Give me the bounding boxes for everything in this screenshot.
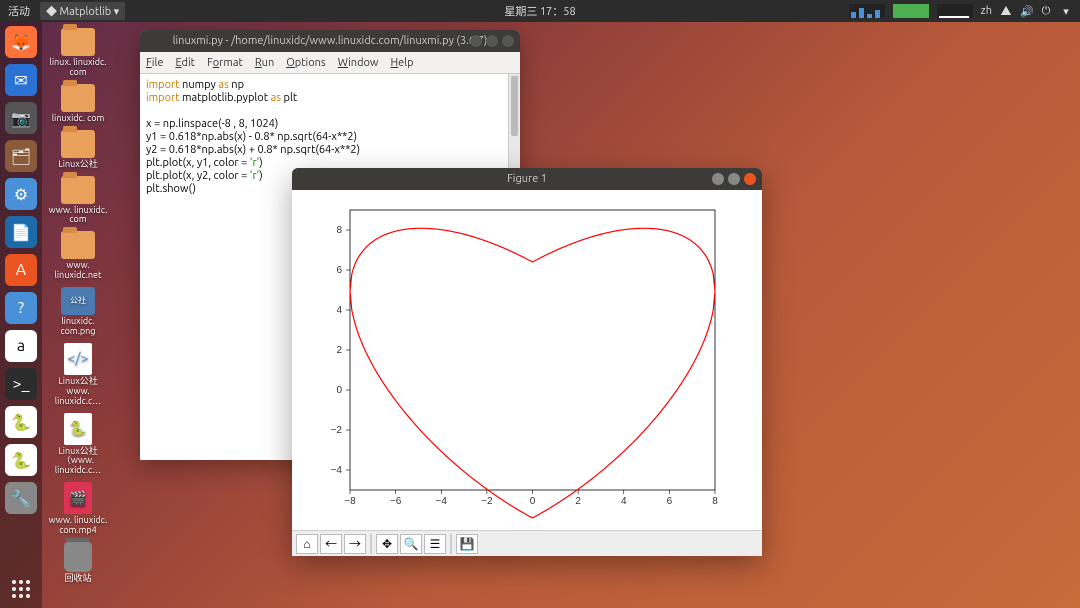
menu-edit[interactable]: Edit bbox=[175, 57, 195, 69]
desktop-icons: linux. linuxidc. com linuxidc. com Linux… bbox=[48, 28, 108, 584]
svg-text:8: 8 bbox=[336, 225, 342, 236]
toolbar-home-icon[interactable]: ⌂ bbox=[296, 534, 318, 554]
desktop-image[interactable]: 公社linuxidc. com.png bbox=[48, 287, 108, 337]
editor-titlebar[interactable]: linuxmi.py - /home/linuxidc/www.linuxidc… bbox=[140, 30, 520, 52]
close-button[interactable] bbox=[502, 35, 514, 47]
menu-help[interactable]: Help bbox=[390, 57, 413, 69]
svg-text:8: 8 bbox=[712, 496, 718, 507]
maximize-button[interactable] bbox=[728, 173, 740, 185]
desktop-folder[interactable]: Linux公社 bbox=[48, 130, 108, 170]
menu-options[interactable]: Options bbox=[286, 57, 325, 69]
dock-camera[interactable]: 📷 bbox=[5, 102, 37, 134]
toolbar-zoom-icon[interactable]: 🔍 bbox=[400, 534, 422, 554]
svg-text:4: 4 bbox=[336, 305, 342, 316]
svg-text:0: 0 bbox=[530, 496, 536, 507]
activities-button[interactable]: 活动 bbox=[8, 3, 30, 19]
toolbar-forward-icon[interactable]: → bbox=[344, 534, 366, 554]
toolbar-separator bbox=[370, 534, 372, 554]
svg-text:−2: −2 bbox=[331, 425, 343, 436]
volume-icon[interactable]: 🔊 bbox=[1020, 5, 1032, 18]
svg-text:−6: −6 bbox=[390, 496, 402, 507]
show-apps-button[interactable] bbox=[12, 580, 30, 598]
svg-text:−4: −4 bbox=[436, 496, 448, 507]
dock-python2[interactable]: 🐍 bbox=[5, 444, 37, 476]
svg-text:−8: −8 bbox=[344, 496, 356, 507]
svg-text:2: 2 bbox=[575, 496, 581, 507]
editor-menubar: File Edit Format Run Options Window Help bbox=[140, 52, 520, 74]
dock-firefox[interactable]: 🦊 bbox=[5, 26, 37, 58]
dock-settings[interactable]: 🔧 bbox=[5, 482, 37, 514]
menu-run[interactable]: Run bbox=[255, 57, 274, 69]
top-bar: 活动 ◆ Matplotlib ▾ 星期三 17：58 zh ▲ 🔊 ⏻ ▾ bbox=[0, 0, 1080, 22]
menu-file[interactable]: File bbox=[146, 57, 163, 69]
svg-text:−4: −4 bbox=[331, 465, 343, 476]
dock-python1[interactable]: 🐍 bbox=[5, 406, 37, 438]
net2-indicator bbox=[937, 4, 973, 18]
close-button[interactable] bbox=[744, 173, 756, 185]
plot-canvas[interactable]: −4 −2 0 2 4 6 8 −8 −6 −4 −2 0 2 4 6 8 bbox=[292, 190, 762, 530]
desktop-file[interactable]: </>Linux公社 www. linuxidc.c… bbox=[48, 343, 108, 407]
svg-text:4: 4 bbox=[621, 496, 627, 507]
toolbar-separator bbox=[450, 534, 452, 554]
heart-plot: −4 −2 0 2 4 6 8 −8 −6 −4 −2 0 2 4 6 8 bbox=[292, 190, 762, 530]
matplotlib-figure-window: Figure 1 −4 −2 0 2 4 6 8 −8 −6 −4 −2 0 2 4 6 8 ⌂ ← → ✥… bbox=[292, 168, 762, 556]
svg-text:6: 6 bbox=[667, 496, 673, 507]
power-icon[interactable]: ⏻ bbox=[1040, 5, 1052, 18]
active-app-indicator[interactable]: ◆ Matplotlib ▾ bbox=[40, 2, 125, 20]
dock-amazon[interactable]: a bbox=[5, 330, 37, 362]
dock-terminal[interactable]: >_ bbox=[5, 368, 37, 400]
desktop-trash[interactable]: 回收站 bbox=[48, 542, 108, 584]
desktop-folder[interactable]: linux. linuxidc. com bbox=[48, 28, 108, 78]
minimize-button[interactable] bbox=[712, 173, 724, 185]
desktop-folder[interactable]: linuxidc. com bbox=[48, 84, 108, 124]
launcher-dock: 🦊 ✉ 📷 🗂 ⚙ 📄 A ? a >_ 🐍 🐍 🔧 bbox=[0, 22, 42, 608]
dock-software[interactable]: ⚙ bbox=[5, 178, 37, 210]
toolbar-pan-icon[interactable]: ✥ bbox=[376, 534, 398, 554]
svg-text:0: 0 bbox=[336, 385, 342, 396]
maximize-button[interactable] bbox=[486, 35, 498, 47]
desktop-folder[interactable]: www. linuxidc. com bbox=[48, 176, 108, 226]
minimize-button[interactable] bbox=[470, 35, 482, 47]
toolbar-subplots-icon[interactable]: ☰ bbox=[424, 534, 446, 554]
dropdown-icon[interactable]: ▾ bbox=[1060, 5, 1072, 18]
desktop-folder[interactable]: www. linuxidc.net bbox=[48, 231, 108, 281]
lang-indicator[interactable]: zh bbox=[981, 5, 992, 17]
dock-thunderbird[interactable]: ✉ bbox=[5, 64, 37, 96]
toolbar-back-icon[interactable]: ← bbox=[320, 534, 342, 554]
desktop-file[interactable]: 🐍Linux公社 （www. linuxidc.c… bbox=[48, 413, 108, 477]
menu-format[interactable]: Format bbox=[207, 57, 243, 69]
menu-window[interactable]: Window bbox=[338, 57, 379, 69]
mpl-toolbar: ⌂ ← → ✥ 🔍 ☰ 💾 bbox=[292, 530, 762, 556]
dock-files[interactable]: 🗂 bbox=[5, 140, 37, 172]
svg-text:−2: −2 bbox=[481, 496, 493, 507]
figure-title: Figure 1 bbox=[507, 173, 547, 185]
toolbar-save-icon[interactable]: 💾 bbox=[456, 534, 478, 554]
svg-text:6: 6 bbox=[336, 265, 342, 276]
figure-titlebar[interactable]: Figure 1 bbox=[292, 168, 762, 190]
dock-store[interactable]: A bbox=[5, 254, 37, 286]
svg-text:2: 2 bbox=[336, 345, 342, 356]
dock-office[interactable]: 📄 bbox=[5, 216, 37, 248]
editor-title: linuxmi.py - /home/linuxidc/www.linuxidc… bbox=[173, 35, 488, 47]
dock-help[interactable]: ? bbox=[5, 292, 37, 324]
desktop-file[interactable]: 🎬www. linuxidc. com.mp4 bbox=[48, 482, 108, 536]
net-indicator bbox=[893, 4, 929, 18]
clock[interactable]: 星期三 17：58 bbox=[504, 3, 575, 19]
network-icon[interactable]: ▲ bbox=[1000, 3, 1012, 19]
cpu-indicator bbox=[849, 4, 885, 18]
